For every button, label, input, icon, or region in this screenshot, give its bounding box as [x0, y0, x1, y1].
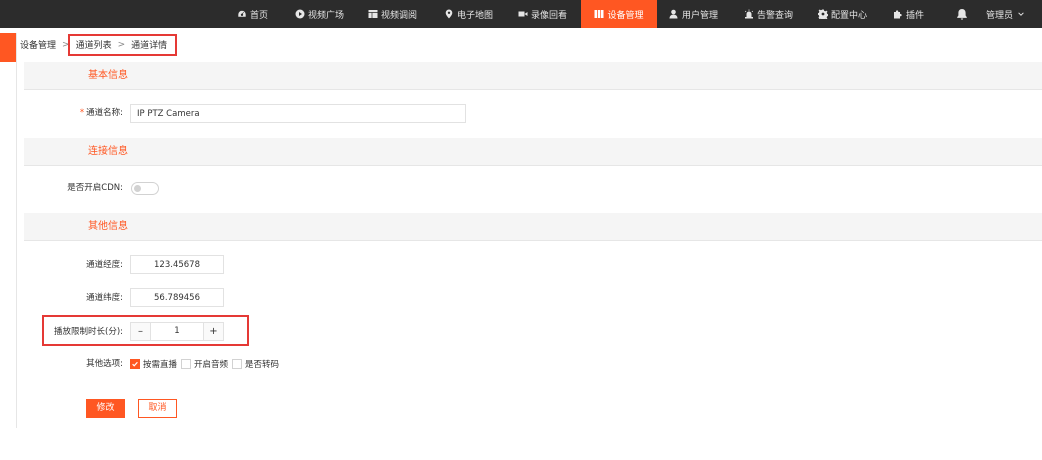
nav-item-label: 插件 — [906, 10, 925, 21]
toggle-knob — [134, 185, 141, 192]
channel-name-label: * 通道名称: — [79, 108, 123, 118]
option-transcode[interactable]: 是否转码 — [232, 358, 279, 370]
video-camera-icon — [518, 9, 528, 19]
nav-item-label: 设备管理 — [607, 10, 644, 21]
nav-item-label: 电子地图 — [457, 10, 494, 21]
play-limit-highlight-box — [42, 315, 249, 346]
top-navbar: 首页 视频广场 视频调阅 电子地图 录像回看 设备管理 用户管理 告警查询 配置… — [0, 0, 1042, 28]
play-circle-icon — [295, 9, 305, 19]
nav-item-video-square[interactable]: 视频广场 — [295, 0, 344, 28]
nav-item-label: 录像回看 — [531, 10, 568, 21]
channel-name-input[interactable] — [130, 104, 466, 123]
latitude-label: 通道纬度: — [86, 293, 123, 303]
nav-item-label: 配置中心 — [831, 10, 868, 21]
user-name: 管理员 — [986, 10, 1014, 21]
section-title: 连接信息 — [88, 146, 128, 157]
checkbox-checked[interactable] — [130, 358, 140, 369]
submit-button[interactable]: 修改 — [86, 399, 125, 418]
checkbox-unchecked[interactable] — [181, 358, 192, 369]
check-icon — [132, 361, 138, 367]
cdn-toggle[interactable] — [131, 182, 159, 195]
required-mark: * — [79, 108, 85, 118]
longitude-input[interactable] — [130, 255, 224, 274]
section-header-connection: 连接信息 — [24, 138, 1042, 166]
cancel-button[interactable]: 取消 — [138, 399, 177, 418]
option-label: 按需直播 — [143, 359, 178, 370]
notification-bell-button[interactable] — [956, 0, 971, 28]
nav-item-alarm-query[interactable]: 告警查询 — [744, 0, 793, 28]
option-on-demand-live[interactable]: 按需直播 — [130, 358, 177, 370]
nav-item-label: 告警查询 — [757, 10, 794, 21]
nav-item-video-browse[interactable]: 视频调阅 — [368, 0, 417, 28]
section-title: 其他信息 — [88, 221, 128, 232]
alarm-icon — [744, 9, 754, 19]
latitude-input[interactable] — [130, 288, 224, 307]
other-options-group: 按需直播 开启音频 是否转码 — [130, 357, 283, 370]
puzzle-icon — [893, 9, 903, 19]
content-divider — [16, 33, 17, 428]
option-label: 开启音频 — [194, 359, 229, 370]
nav-item-label: 首页 — [250, 10, 269, 21]
gear-icon — [818, 9, 828, 19]
chevron-down-icon — [1017, 10, 1025, 18]
other-options-label: 其他选项: — [86, 359, 123, 369]
nav-item-device-management[interactable]: 设备管理 — [581, 0, 657, 28]
nav-item-home[interactable]: 首页 — [237, 0, 268, 28]
nav-item-label: 视频调阅 — [381, 10, 418, 21]
section-title: 基本信息 — [88, 70, 128, 81]
section-header-other: 其他信息 — [24, 213, 1042, 241]
map-pin-icon — [444, 9, 454, 19]
sidebar-accent — [0, 33, 16, 62]
nav-item-playback[interactable]: 录像回看 — [518, 0, 567, 28]
cdn-label: 是否开启CDN: — [67, 183, 123, 193]
option-enable-audio[interactable]: 开启音频 — [181, 358, 228, 370]
nav-item-config-center[interactable]: 配置中心 — [818, 0, 867, 28]
nav-item-user-management[interactable]: 用户管理 — [669, 0, 718, 28]
breadcrumb-item-device-management[interactable]: 设备管理 — [20, 38, 56, 51]
checkbox-unchecked[interactable] — [232, 358, 243, 369]
dashboard-icon — [237, 9, 247, 19]
nav-item-map[interactable]: 电子地图 — [444, 0, 493, 28]
option-label: 是否转码 — [245, 359, 280, 370]
breadcrumb-highlight-box — [68, 34, 177, 56]
nav-item-plugins[interactable]: 插件 — [893, 0, 924, 28]
user-icon — [669, 9, 679, 19]
section-header-basic: 基本信息 — [24, 62, 1042, 90]
video-grid-icon — [368, 9, 378, 19]
nav-item-label: 用户管理 — [682, 10, 719, 21]
nav-item-label: 视频广场 — [308, 10, 345, 21]
longitude-label: 通道经度: — [86, 260, 123, 270]
user-menu-dropdown[interactable]: 管理员 — [986, 0, 1025, 28]
devices-icon — [594, 9, 604, 19]
bell-icon — [956, 8, 968, 20]
